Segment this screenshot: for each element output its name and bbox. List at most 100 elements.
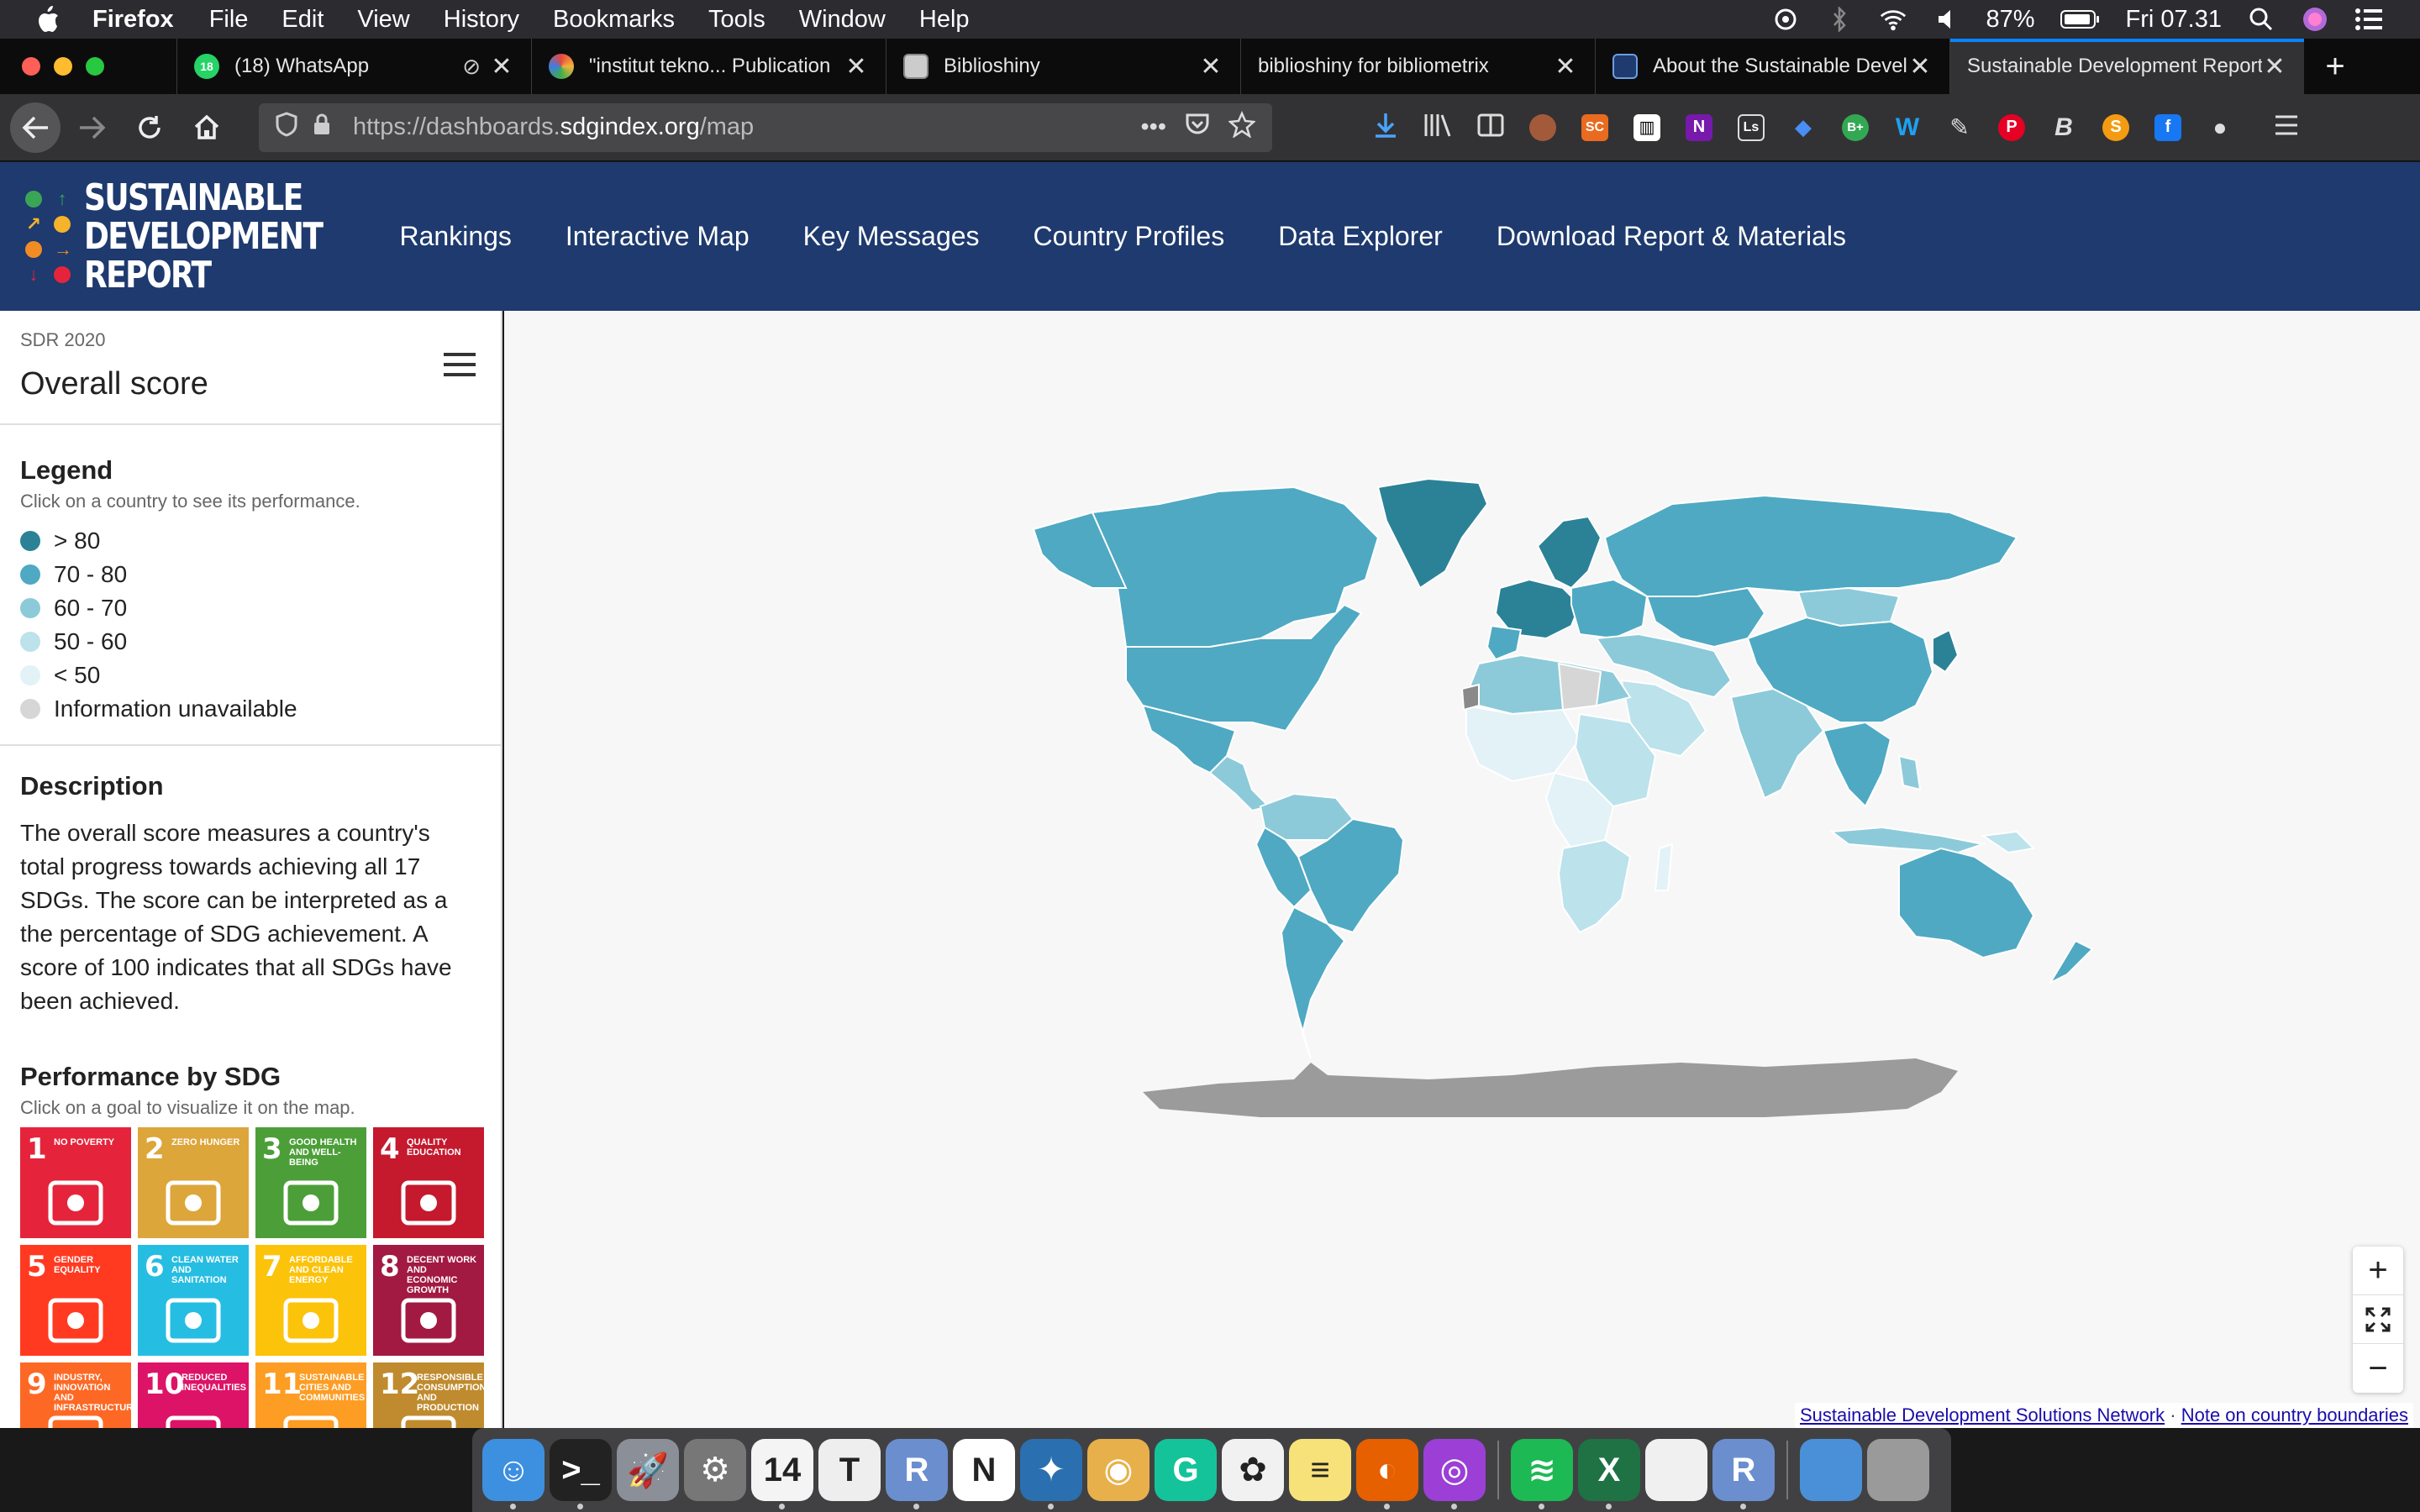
nav-key-messages[interactable]: Key Messages bbox=[803, 221, 980, 252]
tab-whatsapp[interactable]: 18 (18) WhatsApp ⊘ ✕ bbox=[176, 39, 531, 94]
trash-icon[interactable] bbox=[1867, 1439, 1929, 1501]
country-korea-japan[interactable] bbox=[1932, 628, 1960, 674]
calendar-icon[interactable]: 14 bbox=[751, 1439, 813, 1509]
nav-download-report[interactable]: Download Report & Materials bbox=[1497, 221, 1846, 252]
ls-icon[interactable]: Ls bbox=[1738, 113, 1765, 141]
home-button[interactable] bbox=[182, 102, 232, 153]
podcasts-icon[interactable]: ◎ bbox=[1423, 1439, 1486, 1509]
sdg-tile-2[interactable]: 2 ZERO HUNGER bbox=[138, 1127, 249, 1238]
pocket-icon[interactable] bbox=[1185, 113, 1210, 143]
zoom-in-button[interactable]: + bbox=[2353, 1247, 2403, 1295]
wordtune-icon[interactable]: W bbox=[1894, 113, 1921, 141]
downloads-folder-icon[interactable] bbox=[1800, 1439, 1862, 1501]
minimize-window-button[interactable] bbox=[54, 57, 72, 76]
country-scandinavia[interactable] bbox=[1536, 515, 1602, 590]
library-icon[interactable] bbox=[1423, 113, 1452, 142]
country-north-africa[interactable] bbox=[1469, 654, 1632, 716]
bplus-icon[interactable]: B+ bbox=[1842, 113, 1869, 141]
typora-icon[interactable]: T bbox=[818, 1439, 881, 1501]
page-actions-icon[interactable]: ••• bbox=[1141, 113, 1166, 141]
tab-dimensions[interactable]: "institut tekno... Publication ✕ bbox=[531, 39, 886, 94]
country-new-zealand[interactable] bbox=[2048, 939, 2094, 985]
country-papua-new-guinea[interactable] bbox=[1981, 830, 2036, 854]
graduation-cap-icon[interactable]: ◆ bbox=[1790, 114, 1817, 141]
scholarcy-icon[interactable]: SC bbox=[1581, 113, 1608, 141]
nav-data-explorer[interactable]: Data Explorer bbox=[1278, 221, 1443, 252]
menu-file[interactable]: File bbox=[209, 6, 249, 34]
tab-about-sdr[interactable]: About the Sustainable Development ✕ bbox=[1595, 39, 1949, 94]
menu-bookmarks[interactable]: Bookmarks bbox=[553, 6, 675, 34]
vosviewer-icon[interactable]: ✦ bbox=[1020, 1439, 1082, 1509]
sdg-tile-1[interactable]: 1 NO POVERTY bbox=[20, 1127, 131, 1238]
zoom-out-button[interactable]: − bbox=[2353, 1344, 2403, 1393]
grammarly-icon[interactable]: G bbox=[1155, 1439, 1217, 1501]
sdg-tile-5[interactable]: 5 GENDER EQUALITY bbox=[20, 1245, 131, 1356]
siri-icon[interactable] bbox=[2301, 5, 2329, 34]
close-tab-icon[interactable]: ✕ bbox=[1198, 52, 1223, 81]
sdg-tile-10[interactable]: 10 REDUCED INEQUALITIES bbox=[138, 1362, 249, 1428]
sdg-tile-8[interactable]: 8 DECENT WORK AND ECONOMIC GROWTH bbox=[373, 1245, 484, 1356]
bluetooth-icon[interactable] bbox=[1825, 5, 1854, 34]
sdg-tile-12[interactable]: 12 RESPONSIBLE CONSUMPTION AND PRODUCTION bbox=[373, 1362, 484, 1428]
document-icon[interactable] bbox=[1645, 1439, 1707, 1501]
sdg-tile-4[interactable]: 4 QUALITY EDUCATION bbox=[373, 1127, 484, 1238]
close-window-button[interactable] bbox=[22, 57, 40, 76]
country-southeast-asia[interactable] bbox=[1822, 721, 1892, 808]
pinterest-icon[interactable]: P bbox=[1998, 113, 2025, 141]
new-tab-button[interactable]: + bbox=[2304, 39, 2366, 94]
excel-icon[interactable]: X bbox=[1578, 1439, 1640, 1509]
clock[interactable]: Fri 07.31 bbox=[2126, 6, 2222, 34]
country-russia[interactable] bbox=[1603, 494, 2018, 597]
edit-icon[interactable]: ✎ bbox=[1946, 114, 1973, 141]
s-extension-icon[interactable]: S bbox=[2102, 113, 2129, 141]
close-tab-icon[interactable]: ✕ bbox=[844, 52, 869, 81]
lock-icon[interactable] bbox=[313, 113, 331, 143]
back-button[interactable] bbox=[10, 102, 60, 153]
tab-biblioshiny[interactable]: Biblioshiny ✕ bbox=[886, 39, 1240, 94]
sdg-tile-7[interactable]: 7 AFFORDABLE AND CLEAN ENERGY bbox=[255, 1245, 366, 1356]
close-tab-icon[interactable]: ✕ bbox=[2262, 52, 2287, 81]
mute-tab-icon[interactable]: ⊘ bbox=[462, 54, 481, 80]
close-tab-icon[interactable]: ✕ bbox=[1907, 52, 1933, 81]
menu-edit[interactable]: Edit bbox=[281, 6, 324, 34]
sdr-logo[interactable]: ↑ ↗ → ↓ SUSTAINABLE DEVELOPMENT REPORT bbox=[25, 178, 375, 295]
zoom-window-button[interactable] bbox=[86, 57, 104, 76]
columns-icon[interactable]: ▥ bbox=[1634, 113, 1660, 141]
country-boundaries-note-link[interactable]: Note on country boundaries bbox=[2181, 1404, 2408, 1425]
country-madagascar[interactable] bbox=[1654, 843, 1674, 891]
country-west-africa[interactable] bbox=[1465, 704, 1581, 783]
close-tab-icon[interactable]: ✕ bbox=[1553, 52, 1578, 81]
menu-window[interactable]: Window bbox=[799, 6, 886, 34]
tab-sdr-active[interactable]: Sustainable Development Report ✕ bbox=[1949, 39, 2304, 94]
volume-icon[interactable] bbox=[1933, 5, 1961, 34]
system-preferences-icon[interactable]: ⚙ bbox=[684, 1439, 746, 1501]
profile-avatar-icon[interactable] bbox=[1529, 113, 1556, 141]
close-tab-icon[interactable]: ✕ bbox=[489, 52, 514, 81]
wifi-icon[interactable] bbox=[1879, 5, 1907, 34]
menu-app-name[interactable]: Firefox bbox=[92, 6, 174, 34]
terminal-icon[interactable]: >_ bbox=[550, 1439, 612, 1509]
photos-icon[interactable]: ✿ bbox=[1222, 1439, 1284, 1501]
sdg-tile-3[interactable]: 3 GOOD HEALTH AND WELL-BEING bbox=[255, 1127, 366, 1238]
tracking-protection-icon[interactable] bbox=[276, 111, 297, 144]
menu-tools[interactable]: Tools bbox=[708, 6, 765, 34]
sdsn-link[interactable]: Sustainable Development Solutions Networ… bbox=[1800, 1404, 2165, 1425]
address-bar[interactable]: https://dashboards.sdgindex.org/map ••• bbox=[259, 102, 1272, 152]
sdg-tile-6[interactable]: 6 CLEAN WATER AND SANITATION bbox=[138, 1245, 249, 1356]
country-philippines[interactable] bbox=[1897, 754, 1922, 791]
spotify-icon[interactable]: ≋ bbox=[1511, 1439, 1573, 1509]
reader-view-icon[interactable] bbox=[1477, 113, 1504, 141]
tab-biblioshiny-bibliometrix[interactable]: biblioshiny for bibliometrix ✕ bbox=[1240, 39, 1595, 94]
country-indonesia[interactable] bbox=[1829, 826, 1986, 854]
country-southern-africa[interactable] bbox=[1557, 838, 1632, 934]
sdg-tile-9[interactable]: 9 INDUSTRY, INNOVATION AND INFRASTRUCTURE bbox=[20, 1362, 131, 1428]
url-text[interactable]: https://dashboards.sdgindex.org/map bbox=[353, 113, 1141, 141]
forward-button[interactable] bbox=[67, 102, 118, 153]
reload-button[interactable] bbox=[124, 102, 175, 153]
puzzle-extension-icon[interactable]: ● bbox=[2207, 114, 2233, 141]
country-australia[interactable] bbox=[1898, 847, 2035, 959]
bookmark-star-icon[interactable] bbox=[1228, 110, 1256, 144]
country-argentina-chile[interactable] bbox=[1280, 906, 1346, 1059]
world-map[interactable] bbox=[504, 311, 2420, 1428]
country-western-sahara[interactable] bbox=[1460, 683, 1480, 711]
